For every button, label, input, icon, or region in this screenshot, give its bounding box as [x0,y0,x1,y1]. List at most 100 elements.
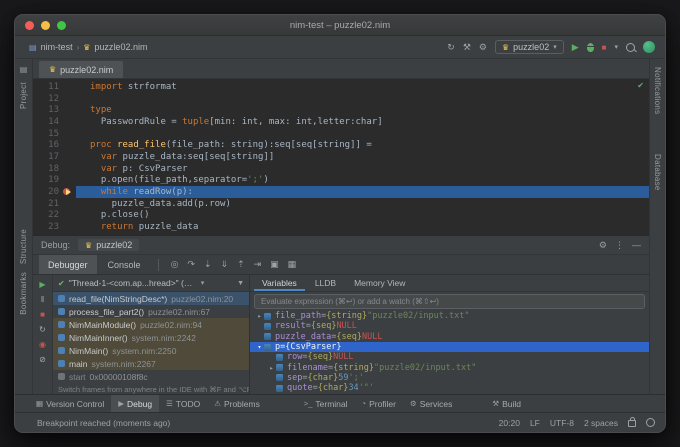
editor-line[interactable]: 11import strformat [33,81,649,93]
run-to-cursor-icon[interactable]: ⇥ [254,259,262,270]
stack-frame[interactable]: NimMain()system.nim:2250 [53,344,249,357]
stack-frame[interactable]: NimMainInner()system.nim:2242 [53,331,249,344]
stack-frame[interactable]: start0x00000108f8c [53,370,249,383]
stop-button[interactable]: ■ [602,43,607,52]
line-number[interactable]: 20 [33,187,62,197]
hide-panel-icon[interactable]: — [632,240,641,250]
minimize-button[interactable] [41,21,50,30]
show-execution-point-icon[interactable]: ◎ [171,259,179,270]
evaluate-expression-input[interactable]: Evaluate expression (⌘↩) or add a watch … [254,294,645,309]
editor-line[interactable]: 13type [33,104,649,116]
stack-frame[interactable]: NimMainModule()puzzle02.nim:94 [53,318,249,331]
tab-console[interactable]: Console [99,255,150,274]
tab-debugger[interactable]: Debugger [39,255,97,274]
variable-row[interactable]: ▸filename = {string} "puzzle02/input.txt… [250,362,649,372]
toolwindow-button-profiler[interactable]: ◔Profiler [355,395,403,412]
close-button[interactable] [25,21,34,30]
camera-icon[interactable]: ▣ [270,259,279,270]
stack-frame[interactable]: read_file(NimStringDesc*)puzzle02.nim:20 [53,292,249,305]
editor-line[interactable]: 21 puzzle_data.add(p.row) [33,198,649,210]
sidebar-item-notifications[interactable]: Notifications [653,67,662,114]
variable-row[interactable]: quote = {char} 34 '"' [250,383,649,393]
toolwindow-button-problems[interactable]: ⚠Problems [207,395,267,412]
sidebar-item-structure[interactable]: Structure [19,229,28,264]
debug-session-tab[interactable]: ♛ puzzle02 [78,239,139,251]
notifications-icon[interactable] [646,418,655,427]
titlebar[interactable]: nim-test – puzzle02.nim [15,15,665,36]
pause-button[interactable]: ‖ [41,296,44,304]
lock-icon[interactable] [628,420,636,427]
mute-breakpoints-button[interactable]: ⊘ [39,356,46,364]
editor-line[interactable]: 14 PasswordRule = tuple[min: int, max: i… [33,116,649,128]
avatar[interactable] [643,41,655,53]
line-number[interactable]: 14 [33,117,62,127]
line-number[interactable]: 17 [33,152,62,162]
tab-memory-view[interactable]: Memory View [346,275,413,291]
line-number[interactable]: 23 [33,222,62,232]
editor-line[interactable]: 15 [33,128,649,140]
editor-line[interactable]: 20 while readRow(p): [33,186,649,198]
force-step-into-icon[interactable]: ⇓ [221,259,229,270]
step-into-icon[interactable]: ⇣ [204,259,212,270]
debug-button[interactable] [587,43,594,52]
line-number[interactable]: 12 [33,94,62,104]
variable-row[interactable]: result = {seq} NULL [250,321,649,331]
line-number[interactable]: 18 [33,164,62,174]
breadcrumb-file[interactable]: puzzle02.nim [94,42,147,52]
editor-line[interactable]: 17 var puzzle_data:seq[seq[string]] [33,151,649,163]
settings-gear-icon[interactable]: ⚙ [479,42,487,53]
stack-frame[interactable]: mainsystem.nim:2267 [53,357,249,370]
editor-line[interactable]: 12 [33,93,649,105]
line-number[interactable]: 13 [33,105,62,115]
project-icon[interactable]: ▤ [20,65,28,74]
expand-icon[interactable]: ▸ [267,364,276,372]
variable-row[interactable]: sep = {char} 59 ';' [250,373,649,383]
restart-button[interactable]: ↻ [39,326,46,334]
editor-line[interactable]: 23 return puzzle_data [33,221,649,233]
line-number[interactable]: 16 [33,140,62,150]
editor-line[interactable]: 18 var p: CsvParser [33,163,649,175]
layout-icon[interactable]: ▦ [288,259,297,270]
thread-selector[interactable]: ✔ "Thread-1-<com.ap...hread>" (205303) ▾… [53,275,249,292]
editor-line[interactable]: 19 p.open(file_path,separator=';') [33,175,649,187]
search-icon[interactable] [626,43,635,52]
indent-setting[interactable]: 2 spaces [584,418,618,428]
encoding[interactable]: UTF-8 [550,418,574,428]
stack-frame[interactable]: process_file_part2()puzzle02.nim:67 [53,305,249,318]
line-ending[interactable]: LF [530,418,540,428]
step-out-icon[interactable]: ⇡ [237,259,245,270]
tab-variables[interactable]: Variables [254,275,305,291]
toolwindow-button-build[interactable]: ⚒Build [485,395,528,412]
caret-position[interactable]: 20:20 [499,418,520,428]
stop-button[interactable]: ■ [40,311,45,319]
expand-icon[interactable]: ▸ [255,312,264,320]
code-editor[interactable]: 11import strformat1213type14 PasswordRul… [33,79,649,235]
editor-line[interactable]: 22 p.close() [33,210,649,222]
inspection-ok-icon[interactable]: ✔ [637,81,644,90]
variable-row[interactable]: puzzle_data = {seq} NULL [250,332,649,342]
variable-row[interactable]: ▸file_path = {string} "puzzle02/input.tx… [250,311,649,321]
zoom-button[interactable] [57,21,66,30]
sidebar-item-bookmarks[interactable]: Bookmarks [19,272,28,315]
expand-icon[interactable]: ▾ [255,343,264,351]
build-hammer-icon[interactable]: ⚒ [463,42,471,53]
sidebar-item-database[interactable]: Database [653,154,662,191]
line-number[interactable]: 21 [33,199,62,209]
step-over-icon[interactable]: ↷ [187,259,195,270]
toolwindow-button-debug[interactable]: ▶Debug [111,395,159,412]
tab-puzzle02[interactable]: ♛ puzzle02.nim [39,61,123,78]
toolwindow-button-terminal[interactable]: >_Terminal [297,395,355,412]
more-chevron-icon[interactable]: ▾ [614,43,618,51]
toolwindow-button-version-control[interactable]: ▦Version Control [29,395,111,412]
run-config-select[interactable]: ♛ puzzle02 ▾ [495,40,564,54]
filter-icon[interactable]: ▼ [237,280,244,287]
line-number[interactable]: 15 [33,129,62,139]
sidebar-item-project[interactable]: Project [19,82,28,109]
view-breakpoints-button[interactable]: ◉ [39,341,46,349]
tab-lldb[interactable]: LLDB [307,275,344,291]
breadcrumb-project[interactable]: nim-test [41,42,73,52]
panel-more-icon[interactable]: ⋮ [615,240,624,251]
resume-button[interactable]: ▶ [39,281,45,289]
editor-line[interactable]: 16proc read_file(file_path: string):seq[… [33,139,649,151]
line-number[interactable]: 22 [33,210,62,220]
